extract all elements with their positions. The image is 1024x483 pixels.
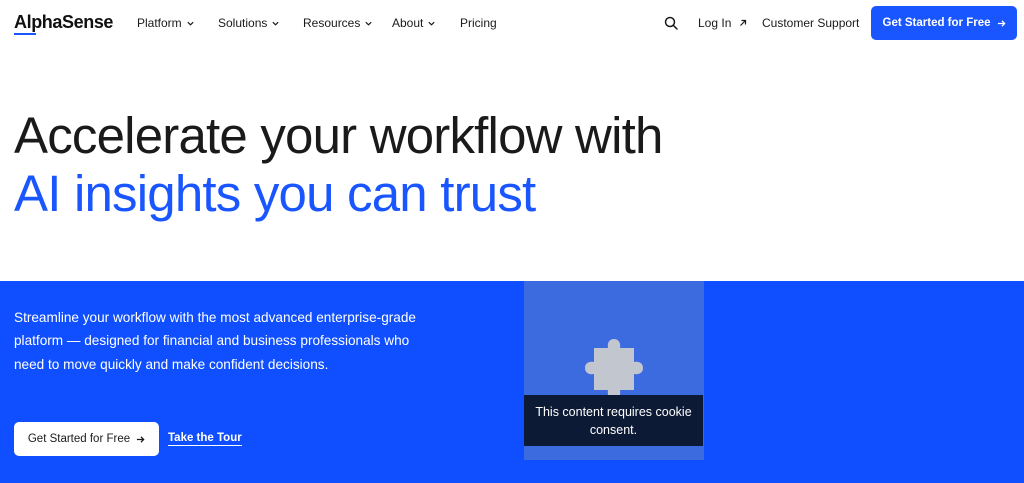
- nav-item-pricing[interactable]: Pricing: [460, 16, 497, 30]
- take-the-tour-link[interactable]: Take the Tour: [168, 432, 242, 446]
- customer-support-link[interactable]: Customer Support: [762, 16, 859, 30]
- nav-item-label: Resources: [303, 16, 361, 30]
- arrow-right-icon: [997, 19, 1006, 27]
- cookie-consent-notice: This content requires cookie consent.: [524, 395, 703, 446]
- arrow-right-icon: [137, 435, 145, 443]
- customer-support-label: Customer Support: [762, 16, 860, 30]
- nav-item-label: Pricing: [460, 16, 497, 30]
- logo[interactable]: AlphaSense: [14, 12, 114, 35]
- get-started-free-label: Get Started for Free: [27, 433, 131, 445]
- nav-item-solutions[interactable]: Solutions: [218, 16, 280, 30]
- login-link[interactable]: Log In: [698, 16, 747, 30]
- get-started-label: Get Started for Free: [882, 17, 991, 29]
- chevron-down-icon: [187, 21, 194, 26]
- logo-underline: [14, 33, 36, 35]
- nav-item-label: Solutions: [218, 16, 268, 30]
- get-started-button[interactable]: Get Started for Free: [871, 6, 1017, 40]
- hero-headline-line1: Accelerate your workflow with: [14, 107, 663, 164]
- search-icon[interactable]: [664, 16, 678, 30]
- nav-item-label: Platform: [137, 16, 182, 30]
- chevron-down-icon: [272, 21, 279, 26]
- nav-item-platform[interactable]: Platform: [137, 16, 195, 30]
- nav-item-label: About: [392, 16, 424, 30]
- logo-text: AlphaSense: [14, 12, 114, 32]
- hero-headline-line2: AI insights you can trust: [14, 165, 536, 222]
- chevron-down-icon: [365, 21, 372, 26]
- top-nav: AlphaSense Platform Solutions Resources …: [0, 0, 1024, 46]
- nav-item-resources[interactable]: Resources: [303, 16, 373, 30]
- hero-description: Streamline your workflow with the most a…: [14, 310, 416, 372]
- nav-item-about[interactable]: About: [392, 16, 436, 30]
- arrow-up-right-icon: [740, 19, 747, 26]
- chevron-down-icon: [428, 21, 435, 26]
- login-label: Log In: [698, 16, 732, 30]
- get-started-free-button[interactable]: Get Started for Free: [14, 422, 159, 456]
